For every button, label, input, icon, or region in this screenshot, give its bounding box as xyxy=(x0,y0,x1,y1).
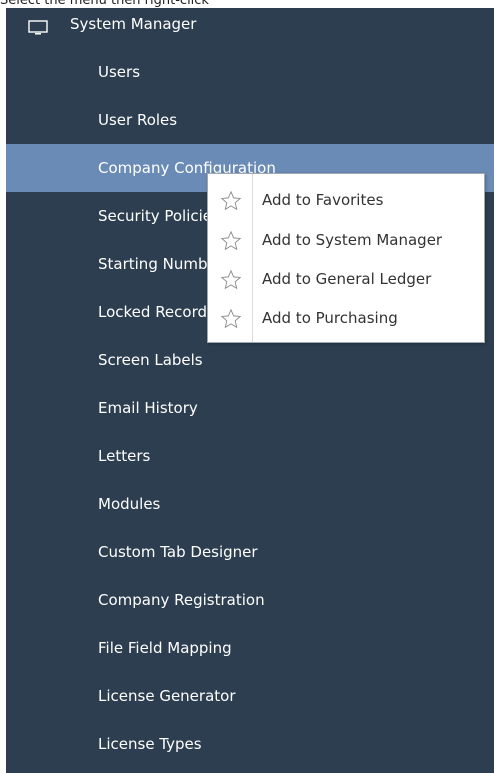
sidebar-item-users[interactable]: Users xyxy=(6,48,494,96)
sidebar-item-label: User Roles xyxy=(98,111,178,129)
sidebar-module-label: System Manager xyxy=(70,15,197,33)
sidebar-item-screen-labels[interactable]: Screen Labels xyxy=(6,336,494,384)
monitor-icon xyxy=(28,20,48,35)
sidebar-item-label: Security Policies xyxy=(98,207,220,225)
sidebar-item-label: Modules xyxy=(98,495,161,513)
star-icon xyxy=(220,308,242,329)
sidebar-item-letters[interactable]: Letters xyxy=(6,432,494,480)
sidebar-menu-list: Users User Roles Company Configuration S… xyxy=(6,48,494,768)
context-menu-item-label: Add to Purchasing xyxy=(262,309,398,327)
star-icon xyxy=(220,190,242,211)
sidebar-module-header[interactable]: System Manager xyxy=(6,8,494,38)
sidebar-item-label: License Types xyxy=(98,735,202,753)
context-menu-item-add-to-general-ledger[interactable]: Add to General Ledger xyxy=(208,260,484,298)
sidebar-panel: System Manager Users User Roles Company … xyxy=(6,8,494,773)
star-icon xyxy=(220,230,242,251)
sidebar-item-label: Email History xyxy=(98,399,198,417)
sidebar-item-label: Screen Labels xyxy=(98,351,203,369)
context-menu-item-label: Add to Favorites xyxy=(262,191,384,209)
context-menu-item-add-to-favorites[interactable]: Add to Favorites xyxy=(208,181,484,219)
context-menu: Add to Favorites Add to System Manager A… xyxy=(207,173,485,343)
sidebar-item-label: License Generator xyxy=(98,687,236,705)
sidebar-item-modules[interactable]: Modules xyxy=(6,480,494,528)
sidebar-item-label: Custom Tab Designer xyxy=(98,543,258,561)
instruction-caption: Select the menu then right-click xyxy=(0,0,209,8)
sidebar-item-custom-tab-designer[interactable]: Custom Tab Designer xyxy=(6,528,494,576)
sidebar-item-file-field-mapping[interactable]: File Field Mapping xyxy=(6,624,494,672)
context-menu-item-label: Add to General Ledger xyxy=(262,270,432,288)
sidebar-item-label: Letters xyxy=(98,447,151,465)
context-menu-item-add-to-system-manager[interactable]: Add to System Manager xyxy=(208,221,484,259)
sidebar-item-label: Company Registration xyxy=(98,591,265,609)
sidebar-item-email-history[interactable]: Email History xyxy=(6,384,494,432)
sidebar-item-company-registration[interactable]: Company Registration xyxy=(6,576,494,624)
star-icon xyxy=(220,269,242,290)
sidebar-item-label: Starting Numbers xyxy=(98,255,231,273)
sidebar-item-label: Users xyxy=(98,63,141,81)
sidebar-item-label: Locked Records xyxy=(98,303,215,321)
sidebar-item-license-types[interactable]: License Types xyxy=(6,720,494,768)
sidebar-item-user-roles[interactable]: User Roles xyxy=(6,96,494,144)
sidebar-item-license-generator[interactable]: License Generator xyxy=(6,672,494,720)
context-menu-item-label: Add to System Manager xyxy=(262,231,443,249)
context-menu-item-add-to-purchasing[interactable]: Add to Purchasing xyxy=(208,299,484,337)
sidebar-item-label: File Field Mapping xyxy=(98,639,232,657)
